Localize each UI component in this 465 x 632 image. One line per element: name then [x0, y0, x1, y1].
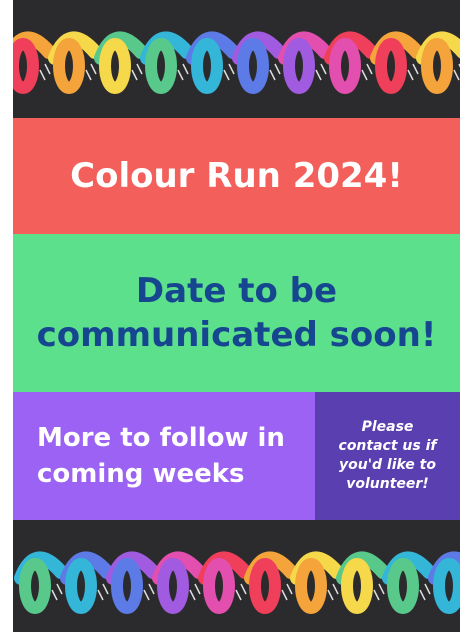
top-rainbow-coil-border: [13, 31, 460, 94]
coil-front-loop: [65, 558, 97, 614]
coil-front-loop: [53, 38, 85, 94]
coil-front-loop: [421, 38, 453, 94]
coil-motion-lines: [223, 63, 235, 81]
coil-front-loop: [157, 558, 189, 614]
coil-front-loop: [99, 38, 131, 94]
coil-front-loop: [191, 38, 223, 94]
coil-front-loop: [433, 558, 460, 614]
bottom-rainbow-coil-border: [14, 551, 460, 614]
coil-motion-lines: [235, 583, 247, 601]
coil-front-loop: [329, 38, 361, 94]
coil-motion-lines: [419, 583, 431, 601]
colour-run-poster: Colour Run 2024! Date to be communicated…: [13, 0, 460, 632]
volunteer-text-line-4: volunteer!: [346, 476, 429, 492]
coil-motion-lines: [177, 63, 189, 81]
coil-front-loop: [111, 558, 143, 614]
volunteer-text-line-1: Please: [361, 419, 414, 435]
coil-front-loop: [295, 558, 327, 614]
coil-motion-lines: [407, 63, 419, 81]
coil-front-loop: [249, 558, 281, 614]
date-text-line-1: Date to be: [135, 271, 338, 311]
coil-motion-lines: [269, 63, 281, 81]
follow-text-line-1: More to follow in: [37, 423, 285, 453]
date-band: Date to be communicated soon!: [13, 234, 460, 392]
coil-front-loop: [375, 38, 407, 94]
coil-front-loop: [145, 38, 177, 94]
coil-motion-lines: [373, 583, 385, 601]
coil-motion-lines: [453, 63, 460, 81]
follow-band: More to follow in coming weeks: [13, 392, 315, 520]
coil-motion-lines: [97, 583, 109, 601]
coil-front-loop: [203, 558, 235, 614]
date-text-line-2: communicated soon!: [36, 315, 437, 355]
volunteer-text-line-2: contact us if: [338, 438, 437, 454]
coil-motion-lines: [361, 63, 373, 81]
volunteer-band: Please contact us if you'd like to volun…: [315, 392, 460, 520]
coil-motion-lines: [281, 583, 293, 601]
coil-motion-lines: [131, 63, 143, 81]
volunteer-text-line-3: you'd like to: [339, 457, 436, 473]
coil-front-loop: [13, 38, 39, 94]
coil-motion-lines: [85, 63, 97, 81]
coil-motion-lines: [143, 583, 155, 601]
follow-text-line-2: coming weeks: [37, 459, 245, 489]
coil-motion-lines: [327, 583, 339, 601]
coil-front-loop: [237, 38, 269, 94]
coil-front-loop: [341, 558, 373, 614]
coil-front-loop: [283, 38, 315, 94]
coil-motion-lines: [51, 583, 63, 601]
poster-title: Colour Run 2024!: [70, 156, 403, 196]
coil-front-loop: [19, 558, 51, 614]
coil-motion-lines: [39, 63, 51, 81]
coil-front-loop: [387, 558, 419, 614]
coil-motion-lines: [315, 63, 327, 81]
title-band: Colour Run 2024!: [13, 118, 460, 234]
coil-motion-lines: [189, 583, 201, 601]
